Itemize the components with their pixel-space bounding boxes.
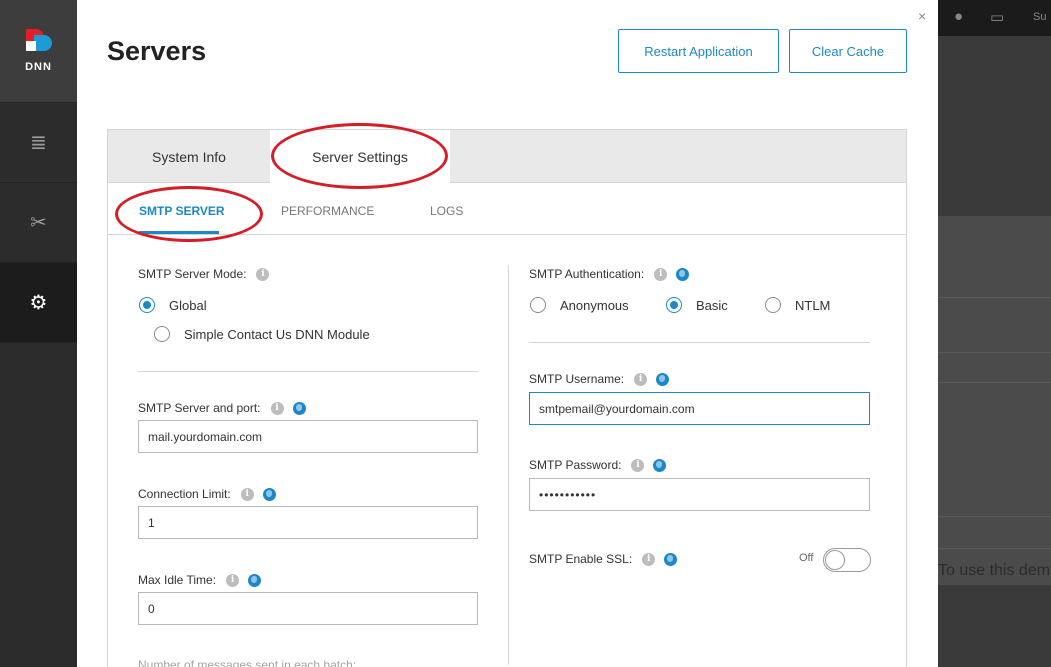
info-icon[interactable]: i (270, 401, 284, 415)
server-port-label: SMTP Server and port: i (138, 401, 306, 415)
tab-system-info[interactable]: System Info (108, 130, 270, 184)
smtp-mode-label-text: SMTP Server Mode: (138, 267, 247, 281)
info-icon[interactable]: i (240, 487, 254, 501)
info-icon[interactable]: i (654, 267, 668, 281)
max-idle-label: Max Idle Time: i (138, 573, 262, 587)
auth-anonymous-option[interactable]: Anonymous (530, 297, 629, 313)
radio-button[interactable] (139, 297, 155, 313)
max-idle-label-text: Max Idle Time: (138, 573, 217, 587)
dnn-logo[interactable]: DNN (0, 0, 77, 103)
restart-application-button[interactable]: Restart Application (618, 29, 779, 73)
username-label-text: SMTP Username: (529, 372, 625, 386)
globe-icon[interactable] (292, 401, 306, 415)
sub-tab-bar: SMTP SERVER PERFORMANCE LOGS (108, 183, 906, 235)
mode-simple-label: Simple Contact Us DNN Module (184, 326, 370, 342)
background-divider (938, 548, 1051, 549)
subtab-logs[interactable]: LOGS (430, 204, 463, 218)
settings-panel: System Info Server Settings SMTP SERVER … (107, 129, 907, 667)
background-divider (938, 382, 1051, 383)
radio-button[interactable] (765, 297, 781, 313)
tab-bar: System Info Server Settings (108, 130, 906, 184)
info-icon[interactable]: i (631, 458, 645, 472)
page-title: Servers (107, 36, 207, 66)
background-top-label: Su (1033, 11, 1047, 23)
subtab-performance[interactable]: PERFORMANCE (281, 204, 374, 218)
chat-icon[interactable]: ▭ (990, 8, 1004, 26)
tools-icon: ✂ (30, 212, 47, 234)
globe-icon[interactable] (676, 267, 690, 281)
smtp-mode-label: SMTP Server Mode: i (138, 267, 270, 281)
globe-icon[interactable] (262, 487, 276, 501)
close-icon[interactable]: × (918, 8, 926, 24)
batch-size-label: Number of messages sent in each batch: (138, 658, 357, 667)
server-port-input[interactable]: mail.yourdomain.com (138, 420, 478, 453)
mode-global-label: Global (169, 297, 207, 313)
background-divider (938, 352, 1051, 353)
globe-icon[interactable] (664, 552, 678, 566)
ssl-toggle[interactable] (823, 548, 871, 572)
auth-anonymous-label: Anonymous (560, 297, 629, 313)
active-subtab-indicator (139, 231, 219, 234)
ssl-toggle-state: Off (799, 552, 814, 564)
background-divider (938, 516, 1051, 517)
nav-item-content[interactable]: ≣ (0, 103, 77, 183)
connection-limit-label: Connection Limit: i (138, 487, 276, 501)
toggle-knob (825, 550, 845, 570)
notification-icon[interactable]: ● (954, 8, 963, 25)
column-divider (508, 265, 509, 665)
info-icon[interactable]: i (634, 372, 648, 386)
auth-basic-label: Basic (696, 297, 728, 313)
username-input[interactable]: smtpemail@yourdomain.com (529, 392, 870, 425)
section-divider (529, 342, 870, 343)
background-content (938, 216, 1051, 585)
clear-cache-button[interactable]: Clear Cache (789, 29, 907, 73)
mode-global-option[interactable]: Global (139, 297, 207, 313)
globe-icon[interactable] (656, 372, 670, 386)
info-icon[interactable]: i (256, 267, 270, 281)
password-input[interactable]: ••••••••••• (529, 478, 870, 511)
content-icon: ≣ (30, 132, 47, 154)
ssl-label: SMTP Enable SSL: i (529, 552, 678, 566)
tab-server-settings[interactable]: Server Settings (270, 130, 450, 184)
info-icon[interactable]: i (642, 552, 656, 566)
dnn-logo-icon (25, 29, 52, 57)
subtab-smtp-server[interactable]: SMTP SERVER (139, 204, 225, 218)
ssl-label-text: SMTP Enable SSL: (529, 552, 633, 566)
smtp-auth-label-text: SMTP Authentication: (529, 267, 645, 281)
password-label-text: SMTP Password: (529, 458, 622, 472)
auth-ntlm-label: NTLM (795, 297, 831, 313)
connection-limit-input[interactable]: 1 (138, 506, 478, 539)
auth-basic-option[interactable]: Basic (666, 297, 728, 313)
nav-item-tools[interactable]: ✂ (0, 183, 77, 263)
radio-button[interactable] (666, 297, 682, 313)
left-nav: DNN ≣ ✂ ⚙ (0, 0, 77, 667)
globe-icon[interactable] (653, 458, 667, 472)
smtp-auth-label: SMTP Authentication: i (529, 267, 690, 281)
username-label: SMTP Username: i (529, 372, 670, 386)
info-icon[interactable]: i (226, 573, 240, 587)
nav-item-settings[interactable]: ⚙ (0, 263, 77, 343)
section-divider (138, 371, 478, 372)
background-divider (938, 297, 1051, 298)
globe-icon[interactable] (248, 573, 262, 587)
auth-ntlm-option[interactable]: NTLM (765, 297, 830, 313)
server-port-label-text: SMTP Server and port: (138, 401, 261, 415)
connection-limit-label-text: Connection Limit: (138, 487, 231, 501)
gear-icon: ⚙ (29, 292, 48, 314)
password-label: SMTP Password: i (529, 458, 667, 472)
max-idle-input[interactable]: 0 (138, 592, 478, 625)
mode-simple-option[interactable]: Simple Contact Us DNN Module (154, 326, 370, 342)
radio-button[interactable] (154, 326, 170, 342)
radio-button[interactable] (530, 297, 546, 313)
logo-text: DNN (25, 61, 52, 73)
background-text: To use this dem (938, 562, 1051, 579)
